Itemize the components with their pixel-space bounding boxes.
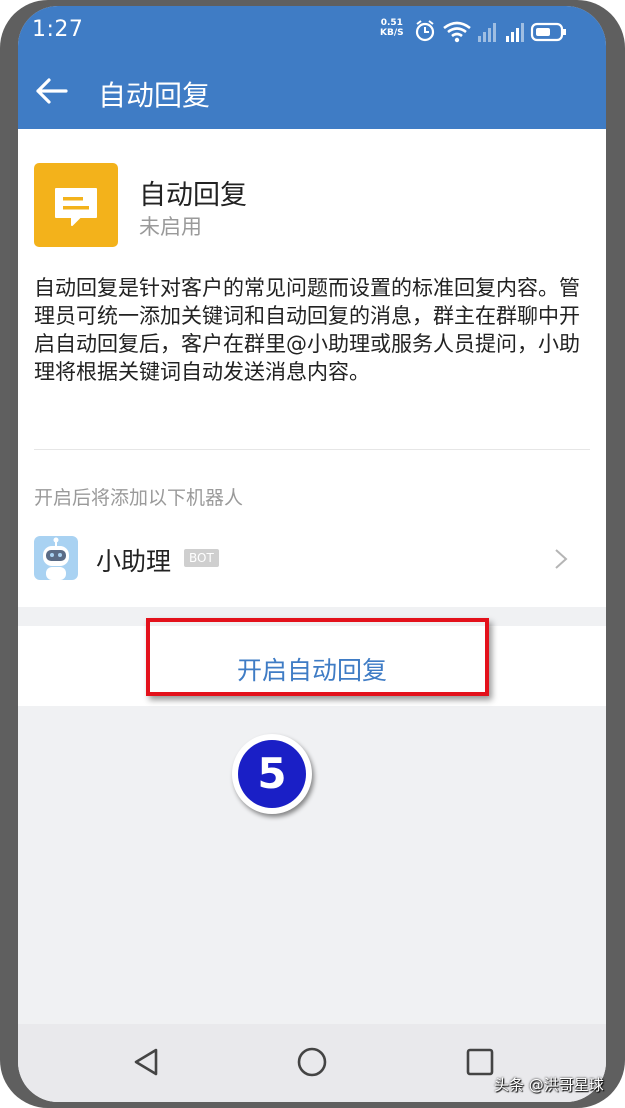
- robot-avatar-icon: [34, 536, 78, 580]
- square-recents-icon[interactable]: [462, 1044, 498, 1080]
- arrow-left-icon[interactable]: [34, 76, 68, 106]
- feature-card: 自动回复 未启用 自动回复是针对客户的常见问题而设置的标准回复内容。管理员可统一…: [18, 129, 606, 607]
- feature-name: 自动回复: [139, 180, 247, 211]
- message-icon: [34, 163, 118, 247]
- circle-home-icon[interactable]: [294, 1044, 330, 1080]
- signal-icon-2: [506, 23, 524, 42]
- divider: [34, 449, 590, 450]
- feature-status: 未启用: [139, 215, 202, 239]
- net-speed-value: 0.51: [380, 18, 403, 28]
- bot-badge: BOT: [184, 549, 219, 567]
- status-bar: 1:27 0.51 KB/S: [18, 6, 606, 54]
- step-number: 5: [238, 740, 306, 808]
- chevron-right-icon: [555, 549, 568, 569]
- status-icons: [415, 20, 566, 43]
- wifi-icon: [443, 21, 471, 43]
- phone-screen: 1:27 0.51 KB/S 自动回复 自动回复 未启用 自动回复是针对客户的常…: [18, 6, 606, 1102]
- highlight-box: [146, 618, 489, 696]
- device-frame: 1:27 0.51 KB/S 自动回复 自动回复 未启用 自动回复是针对客户的常…: [0, 0, 625, 1108]
- step-badge: 5: [232, 734, 312, 814]
- battery-icon: [530, 22, 566, 42]
- status-time: 1:27: [32, 17, 84, 42]
- feature-description: 自动回复是针对客户的常见问题而设置的标准回复内容。管理员可统一添加关键词和自动回…: [34, 276, 580, 384]
- alarm-icon: [415, 20, 435, 42]
- signal-icon-1: [478, 23, 496, 42]
- triangle-back-icon[interactable]: [128, 1044, 164, 1080]
- robot-list-item[interactable]: 小助理 BOT: [18, 524, 606, 594]
- robots-section-label: 开启后将添加以下机器人: [34, 487, 244, 509]
- page-title: 自动回复: [98, 79, 211, 112]
- net-speed: 0.51 KB/S: [380, 18, 404, 38]
- watermark: 头条 @洪哥星球: [494, 1076, 604, 1094]
- net-speed-unit: KB/S: [380, 28, 404, 38]
- robot-name: 小助理: [96, 547, 172, 576]
- app-bar: 自动回复: [18, 54, 606, 129]
